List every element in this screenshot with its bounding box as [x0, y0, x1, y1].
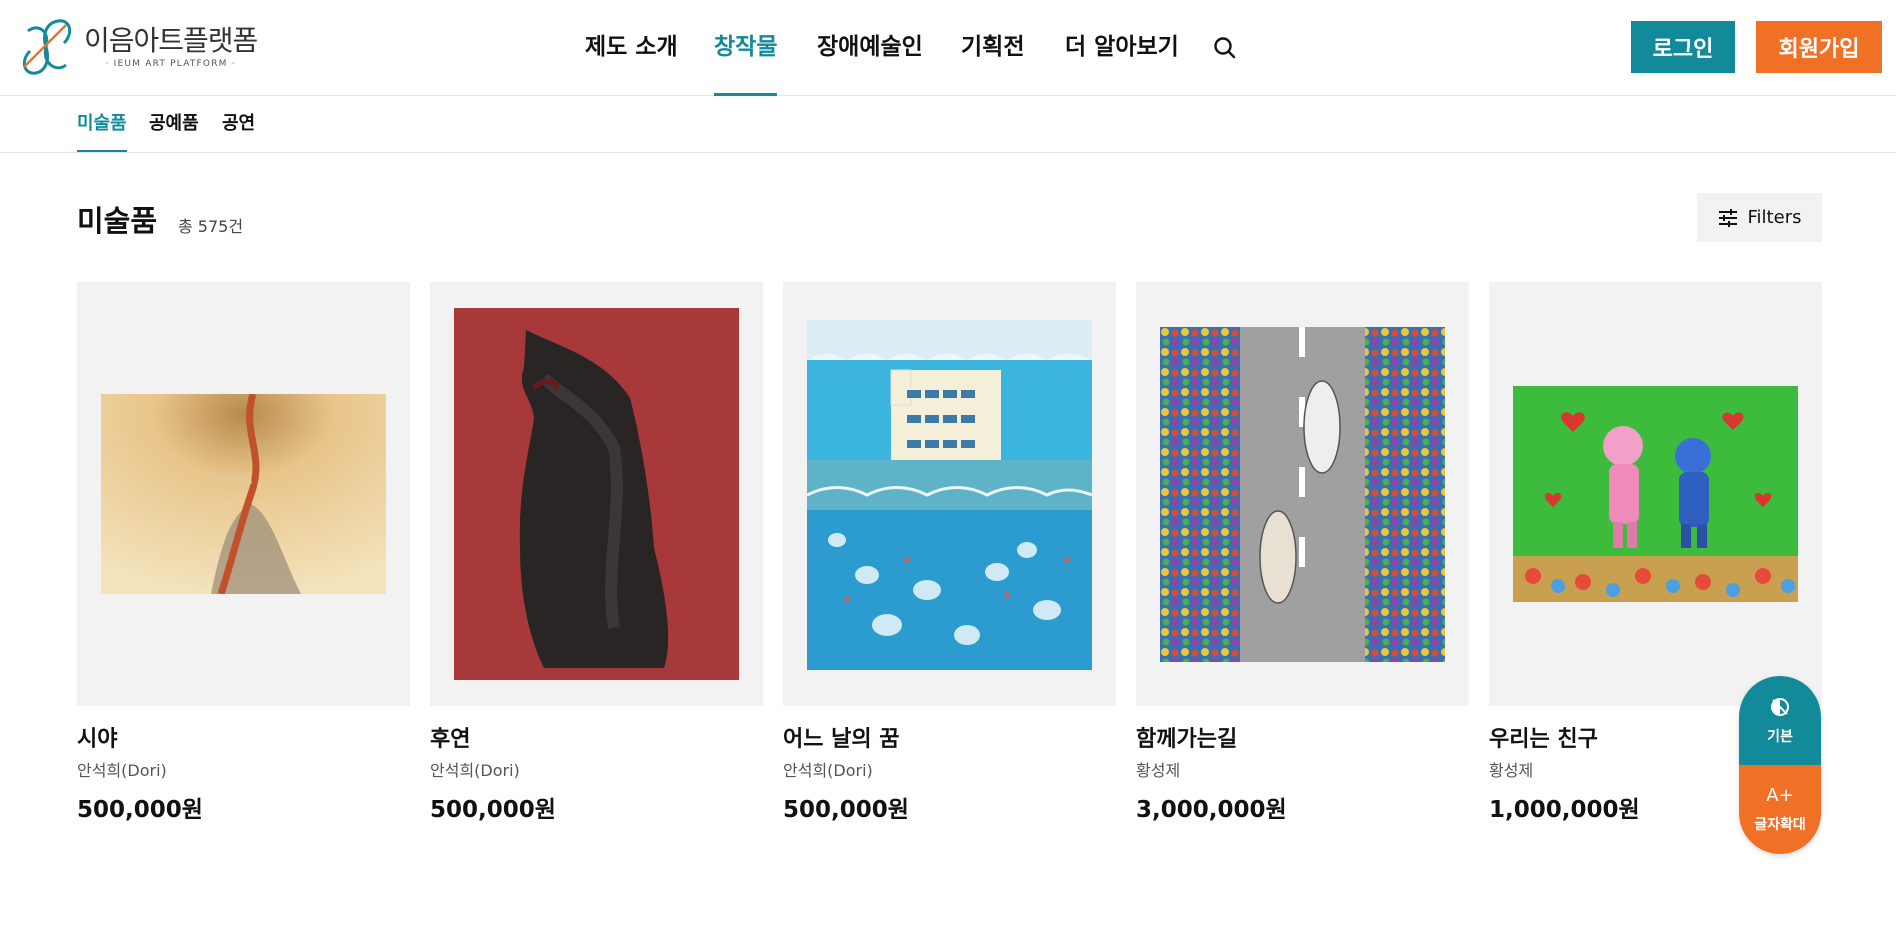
artwork-thumbnail[interactable]: [1489, 282, 1822, 706]
contrast-icon: [1771, 697, 1789, 716]
sub-navigation: 미술품 공예품 공연: [0, 96, 1896, 153]
logo-icon: [22, 19, 72, 75]
default-view-button[interactable]: 기본: [1739, 676, 1821, 765]
site-logo[interactable]: 이음아트플랫폼 · IEUM ART PLATFORM ·: [16, 16, 266, 78]
artwork-artist: 황성제: [1136, 761, 1181, 780]
page-title: 미술품: [77, 204, 158, 238]
artwork-artist: 안석희(Dori): [783, 761, 873, 780]
site-header: 이음아트플랫폼 · IEUM ART PLATFORM · 제도 소개 창작물 …: [0, 0, 1896, 96]
nav-item-creations[interactable]: 창작물: [714, 0, 778, 96]
artwork-image: [807, 320, 1092, 670]
artwork-title[interactable]: 어느 날의 꿈: [783, 725, 1116, 755]
artwork-title[interactable]: 후연: [430, 725, 763, 755]
search-button[interactable]: [1212, 35, 1238, 61]
logo-text-ko: 이음아트플랫폼: [84, 24, 258, 57]
total-count: 총 575건: [178, 217, 244, 236]
login-button[interactable]: 로그인: [1631, 21, 1735, 73]
filters-label: Filters: [1747, 207, 1802, 228]
tab-artworks[interactable]: 미술품: [77, 96, 127, 152]
search-icon: [1214, 37, 1236, 59]
nav-item-exhibitions[interactable]: 기획전: [961, 0, 1024, 96]
sliders-icon: [1718, 208, 1737, 227]
artwork-card[interactable]: 함께가는길 황성제 3,000,000원: [1136, 282, 1469, 825]
artwork-thumbnail[interactable]: [1136, 282, 1469, 706]
font-zoom-icon: A+: [1766, 785, 1794, 806]
artwork-thumbnail[interactable]: [77, 282, 410, 706]
artwork-price: 3,000,000원: [1136, 797, 1287, 823]
tab-crafts[interactable]: 공예품: [149, 96, 199, 152]
nav-item-program-intro[interactable]: 제도 소개: [585, 0, 678, 96]
artwork-artist: 안석희(Dori): [430, 761, 520, 780]
artwork-price: 500,000원: [430, 797, 556, 823]
artwork-thumbnail[interactable]: [783, 282, 1116, 706]
filters-button[interactable]: Filters: [1697, 193, 1822, 242]
artwork-price: 500,000원: [783, 797, 909, 823]
logo-text-en: · IEUM ART PLATFORM ·: [105, 59, 236, 69]
signup-button[interactable]: 회원가입: [1756, 21, 1882, 73]
nav-item-learn-more[interactable]: 더 알아보기: [1065, 0, 1179, 96]
artwork-card[interactable]: 시야 안석희(Dori) 500,000원: [77, 282, 410, 825]
tab-performances[interactable]: 공연: [222, 96, 255, 152]
artwork-card[interactable]: 후연 안석희(Dori) 500,000원: [430, 282, 763, 825]
font-zoom-label: 글자확대: [1754, 817, 1806, 833]
artwork-title[interactable]: 함께가는길: [1136, 725, 1469, 755]
accessibility-widget: 기본 A+ 글자확대: [1739, 676, 1821, 854]
artwork-image: [101, 394, 386, 594]
artwork-image: [1513, 386, 1798, 602]
artwork-title[interactable]: 시야: [77, 725, 410, 755]
artwork-image: [1160, 327, 1445, 662]
artwork-price: 500,000원: [77, 797, 203, 823]
artwork-thumbnail[interactable]: [430, 282, 763, 706]
artwork-image: [454, 308, 739, 680]
artwork-card[interactable]: 어느 날의 꿈 안석희(Dori) 500,000원: [783, 282, 1116, 825]
font-zoom-button[interactable]: A+ 글자확대: [1739, 765, 1821, 854]
artwork-artist: 안석희(Dori): [77, 761, 167, 780]
default-view-label: 기본: [1767, 728, 1793, 745]
nav-item-disabled-artists[interactable]: 장애예술인: [817, 0, 923, 96]
